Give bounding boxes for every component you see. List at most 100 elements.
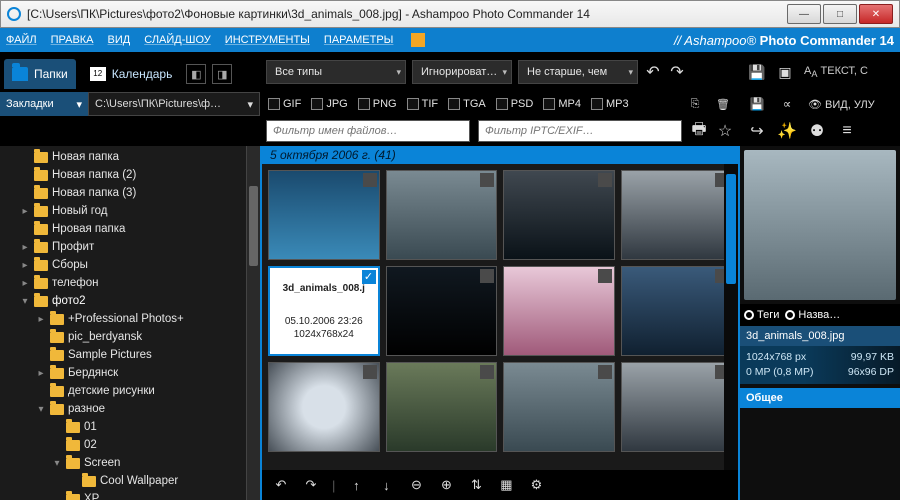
grid-scrollbar[interactable]: [724, 164, 738, 470]
sel-dims: 1024x768x24: [294, 329, 354, 340]
chk-tif[interactable]: TIF: [407, 98, 439, 110]
date-group-header[interactable]: 5 октября 2006 г. (41): [262, 146, 738, 164]
tree-row[interactable]: ▾Screen: [0, 454, 260, 472]
chk-jpg[interactable]: JPG: [311, 98, 347, 110]
rotate-right-icon[interactable]: ↷: [302, 476, 320, 494]
tree-row[interactable]: ▸Новый год: [0, 202, 260, 220]
tab-calendar[interactable]: Календарь: [82, 59, 181, 89]
thumb-item[interactable]: [503, 362, 615, 452]
favorite-icon[interactable]: ☆: [716, 122, 734, 140]
tree-label: Новый год: [52, 205, 108, 217]
minimize-button[interactable]: —: [787, 4, 821, 24]
chk-tga[interactable]: TGA: [448, 98, 486, 110]
redo2-icon[interactable]: ↪: [748, 122, 766, 140]
tree-row[interactable]: ▸Бердянск: [0, 364, 260, 382]
tree-row[interactable]: Cool Wallpaper: [0, 472, 260, 490]
view-mode-icon[interactable]: ▦: [497, 476, 515, 494]
sel-name: 3d_animals_008.j: [283, 283, 365, 294]
thumb-item-selected[interactable]: 3d_animals_008.j 05.10.2006 23:26 1024x7…: [268, 266, 380, 356]
tree-row[interactable]: ▾разное: [0, 400, 260, 418]
thumb-item[interactable]: [621, 266, 733, 356]
sort-icon[interactable]: ⇅: [467, 476, 485, 494]
undo-icon[interactable]: ↶: [644, 63, 662, 81]
thumb-item[interactable]: [621, 362, 733, 452]
close-button[interactable]: ✕: [859, 4, 893, 24]
zoom-out-icon[interactable]: ⊖: [407, 476, 425, 494]
tree-row[interactable]: Sample Pictures: [0, 346, 260, 364]
redo-icon[interactable]: ↷: [668, 63, 686, 81]
combo-not-older[interactable]: Не старше, чем: [518, 60, 638, 84]
tree-row[interactable]: Новая папка (3): [0, 184, 260, 202]
tree-row[interactable]: Новая папка: [0, 148, 260, 166]
tree-label: детские рисунки: [68, 385, 155, 397]
tree-row[interactable]: ▸+Professional Photos+: [0, 310, 260, 328]
section-general[interactable]: Общее: [740, 388, 900, 408]
combo-all-types[interactable]: Все типы: [266, 60, 406, 84]
text-tool-label[interactable]: AA ТЕКСТ, С: [804, 65, 868, 79]
tree-row[interactable]: 01: [0, 418, 260, 436]
share-icon[interactable]: ∝: [778, 95, 796, 113]
settings-icon[interactable]: ⚙: [527, 476, 545, 494]
bookmarks-dropdown[interactable]: Закладки▾: [0, 92, 88, 116]
thumb-item[interactable]: [268, 362, 380, 452]
folder-icon: [34, 242, 48, 253]
filter-name-input[interactable]: [266, 120, 470, 142]
preview-image[interactable]: [744, 150, 896, 300]
save-icon[interactable]: 💾: [748, 63, 766, 81]
levels-icon[interactable]: ≡: [838, 122, 856, 140]
thumb-item[interactable]: [503, 266, 615, 356]
crop-icon[interactable]: ▣: [776, 63, 794, 81]
chk-gif[interactable]: GIF: [268, 98, 301, 110]
menu-slideshow[interactable]: СЛАЙД-ШОУ: [144, 34, 211, 46]
menu-options[interactable]: ПАРАМЕТРЫ: [324, 34, 393, 46]
menu-view[interactable]: ВИД: [108, 34, 131, 46]
chk-psd[interactable]: PSD: [496, 98, 534, 110]
tree-row[interactable]: Новая папка (2): [0, 166, 260, 184]
chk-mp3[interactable]: MP3: [591, 98, 629, 110]
tree-row[interactable]: ▸Сборы: [0, 256, 260, 274]
tree-row[interactable]: ▸телефон: [0, 274, 260, 292]
tree-label: Нровая папка: [52, 223, 125, 235]
tree-row[interactable]: детские рисунки: [0, 382, 260, 400]
view-tool-label[interactable]: 👁 ВИД, УЛУ: [808, 98, 875, 111]
tree-row[interactable]: ▸Профит: [0, 238, 260, 256]
objects-icon[interactable]: ⚉: [808, 122, 826, 140]
zoom-in-icon[interactable]: ⊕: [437, 476, 455, 494]
panel-toggle-1[interactable]: ◧: [186, 64, 206, 84]
thumb-item[interactable]: [503, 170, 615, 260]
wand-icon[interactable]: ✨: [778, 122, 796, 140]
grid-footer: ↶ ↷ | ↑ ↓ ⊖ ⊕ ⇅ ▦ ⚙: [262, 470, 738, 500]
tab-tags[interactable]: Теги: [744, 309, 779, 321]
chk-png[interactable]: PNG: [358, 98, 397, 110]
tree-row[interactable]: ▾фото2: [0, 292, 260, 310]
tree-row[interactable]: XP: [0, 490, 260, 500]
thumb-item[interactable]: [268, 170, 380, 260]
maximize-button[interactable]: □: [823, 4, 857, 24]
last-icon[interactable]: ↓: [377, 476, 395, 494]
thumb-item[interactable]: [386, 266, 498, 356]
thumb-item[interactable]: [386, 362, 498, 452]
tree-row[interactable]: 02: [0, 436, 260, 454]
tab-name[interactable]: Назва…: [785, 309, 840, 321]
path-display[interactable]: C:\Users\ПК\Pictures\ф…▾: [88, 92, 260, 116]
cart-icon[interactable]: [411, 33, 425, 47]
menu-file[interactable]: ФАЙЛ: [6, 34, 37, 46]
chk-mp4[interactable]: MP4: [543, 98, 581, 110]
panel-toggle-2[interactable]: ◨: [212, 64, 232, 84]
thumb-item[interactable]: [621, 170, 733, 260]
trash-icon[interactable]: 🗑: [714, 95, 732, 113]
filter-iptc-input[interactable]: [478, 120, 682, 142]
menu-tools[interactable]: ИНСТРУМЕНТЫ: [225, 34, 310, 46]
tab-folders[interactable]: Папки: [4, 59, 76, 89]
print-icon[interactable]: 🖶: [690, 122, 708, 140]
thumb-item[interactable]: [386, 170, 498, 260]
tree-scrollbar[interactable]: [246, 146, 260, 500]
save2-icon[interactable]: 💾: [748, 95, 766, 113]
first-icon[interactable]: ↑: [347, 476, 365, 494]
rotate-left-icon[interactable]: ↶: [272, 476, 290, 494]
tree-row[interactable]: pic_berdyansk: [0, 328, 260, 346]
copy-icon[interactable]: ⎘: [686, 95, 704, 113]
tree-row[interactable]: Нровая папка: [0, 220, 260, 238]
menu-edit[interactable]: ПРАВКА: [51, 34, 94, 46]
combo-ignore[interactable]: Игнорироват…: [412, 60, 512, 84]
